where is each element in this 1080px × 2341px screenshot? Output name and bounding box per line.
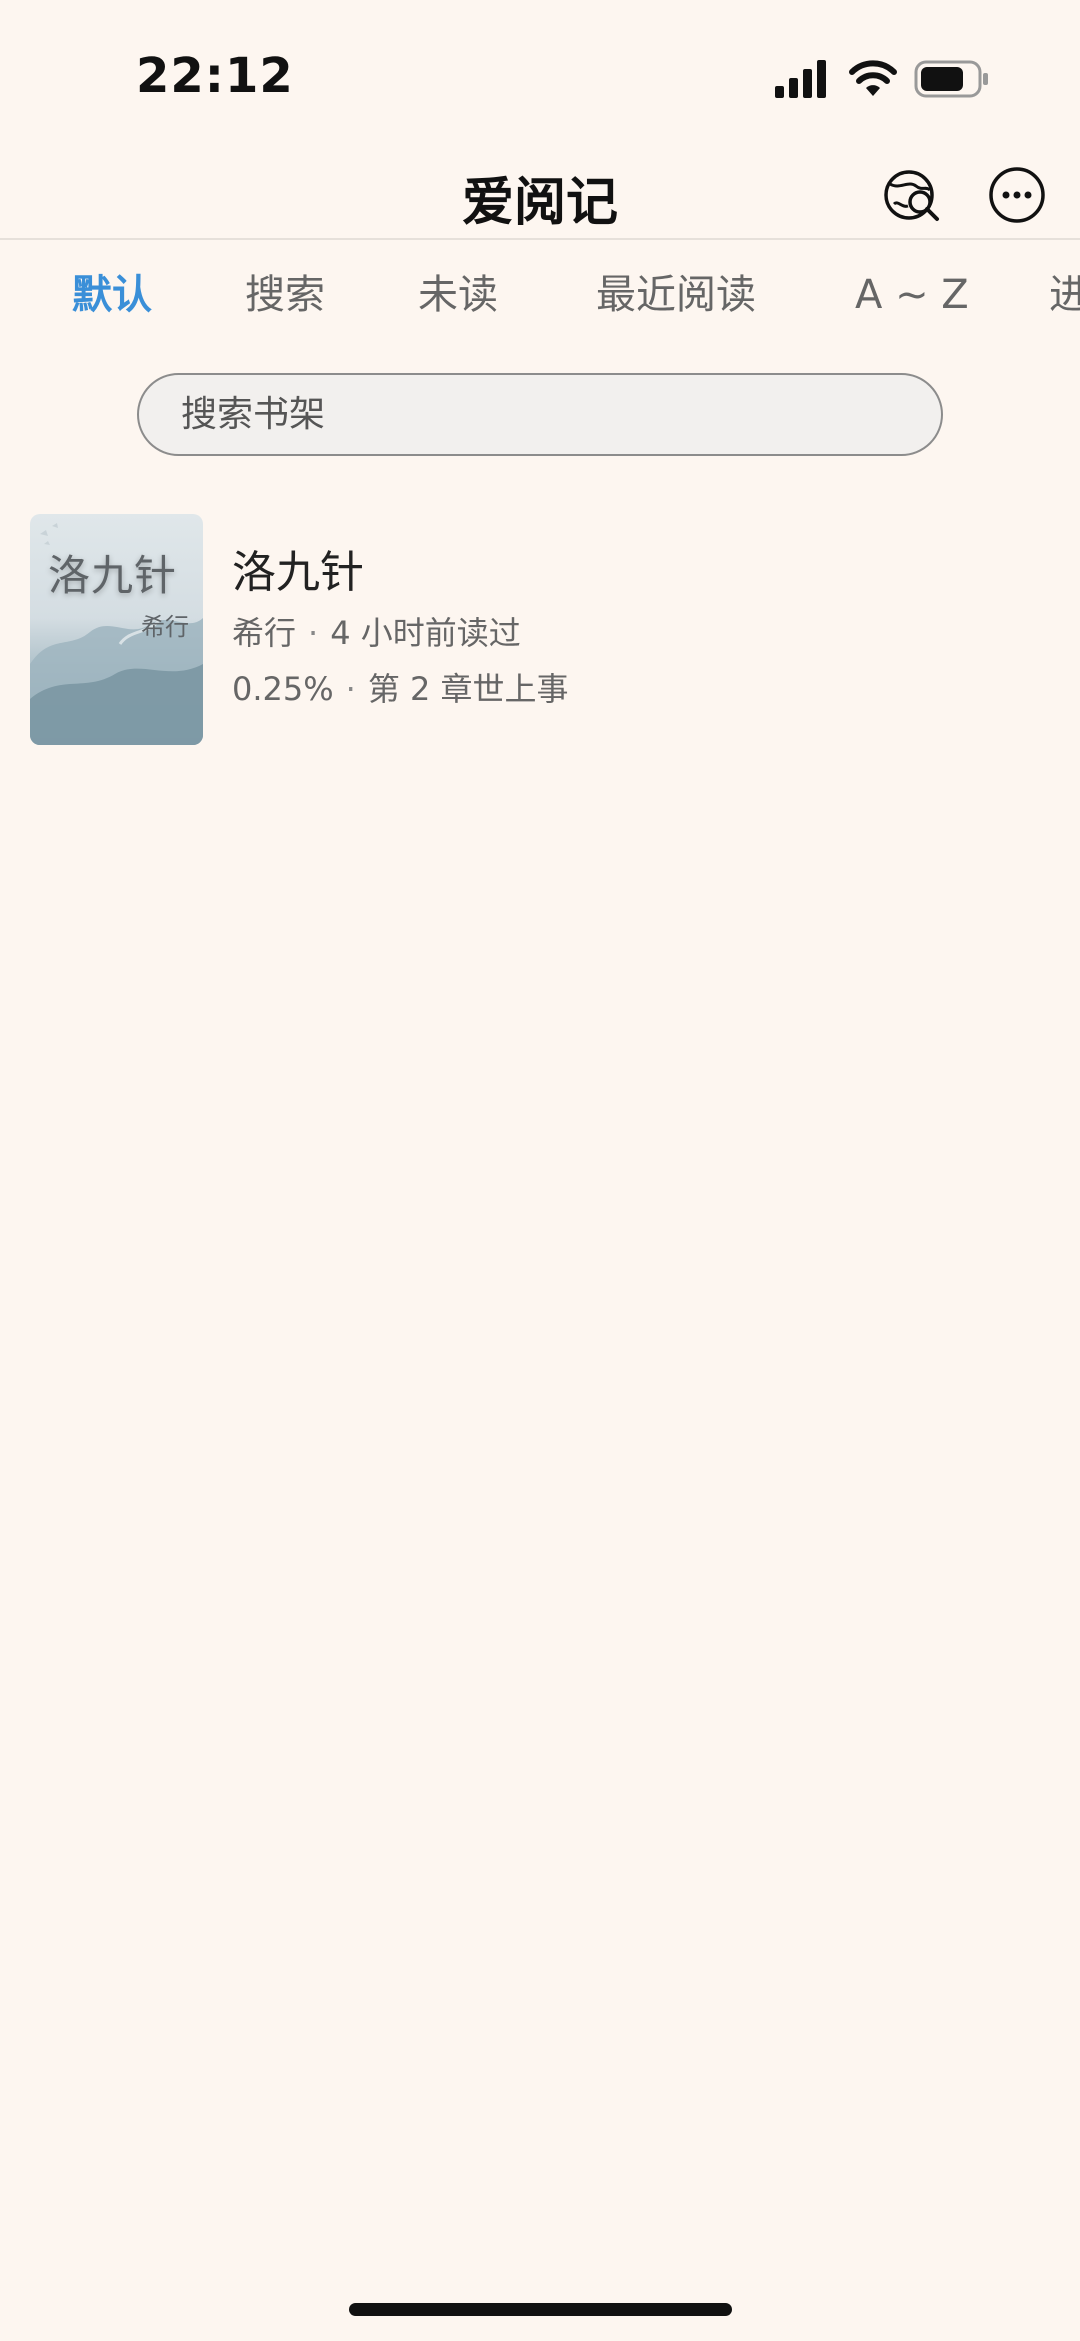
- wifi-icon: [849, 60, 897, 96]
- nav-bar: 爱阅记: [0, 140, 1080, 240]
- cover-title: 洛九针: [48, 551, 178, 600]
- book-chapter: 第 2 章世上事: [367, 670, 569, 708]
- tab-recent[interactable]: 最近阅读: [596, 262, 756, 328]
- tab-default[interactable]: 默认: [72, 262, 152, 328]
- tab-unread[interactable]: 未读: [418, 262, 498, 328]
- cover-author: 希行: [141, 613, 189, 641]
- book-meta-author-line: 希行 · 4 小时前读过: [232, 608, 521, 654]
- search-placeholder: 搜索书架: [181, 394, 326, 435]
- search-input[interactable]: 搜索书架: [137, 373, 943, 456]
- book-last-read: 4 小时前读过: [330, 614, 521, 652]
- status-bar: 22:12: [0, 0, 1080, 140]
- list-item[interactable]: 洛九针 希行 洛九针 希行 · 4 小时前读过 0.25% · 第 2 章世上事: [0, 512, 1080, 752]
- separator-dot: ·: [308, 614, 319, 652]
- battery-icon: [914, 60, 988, 98]
- tab-search[interactable]: 搜索: [245, 262, 325, 328]
- signal-icon: [775, 60, 826, 98]
- status-time: 22:12: [136, 48, 294, 104]
- home-indicator[interactable]: [349, 2303, 732, 2316]
- more-icon[interactable]: [988, 166, 1046, 224]
- book-title: 洛九针: [232, 547, 364, 598]
- tab-a-z[interactable]: A ~ Z: [855, 262, 969, 328]
- globe-search-icon[interactable]: [882, 166, 942, 226]
- sort-tabs: 默认 搜索 未读 最近阅读 A ~ Z 进: [0, 262, 1080, 332]
- book-author: 希行: [232, 614, 297, 652]
- separator-dot: ·: [345, 670, 356, 708]
- tab-progress[interactable]: 进: [1049, 262, 1080, 328]
- book-progress: 0.25%: [232, 670, 334, 708]
- book-meta-progress-line: 0.25% · 第 2 章世上事: [232, 664, 569, 710]
- book-cover[interactable]: 洛九针 希行: [30, 514, 203, 745]
